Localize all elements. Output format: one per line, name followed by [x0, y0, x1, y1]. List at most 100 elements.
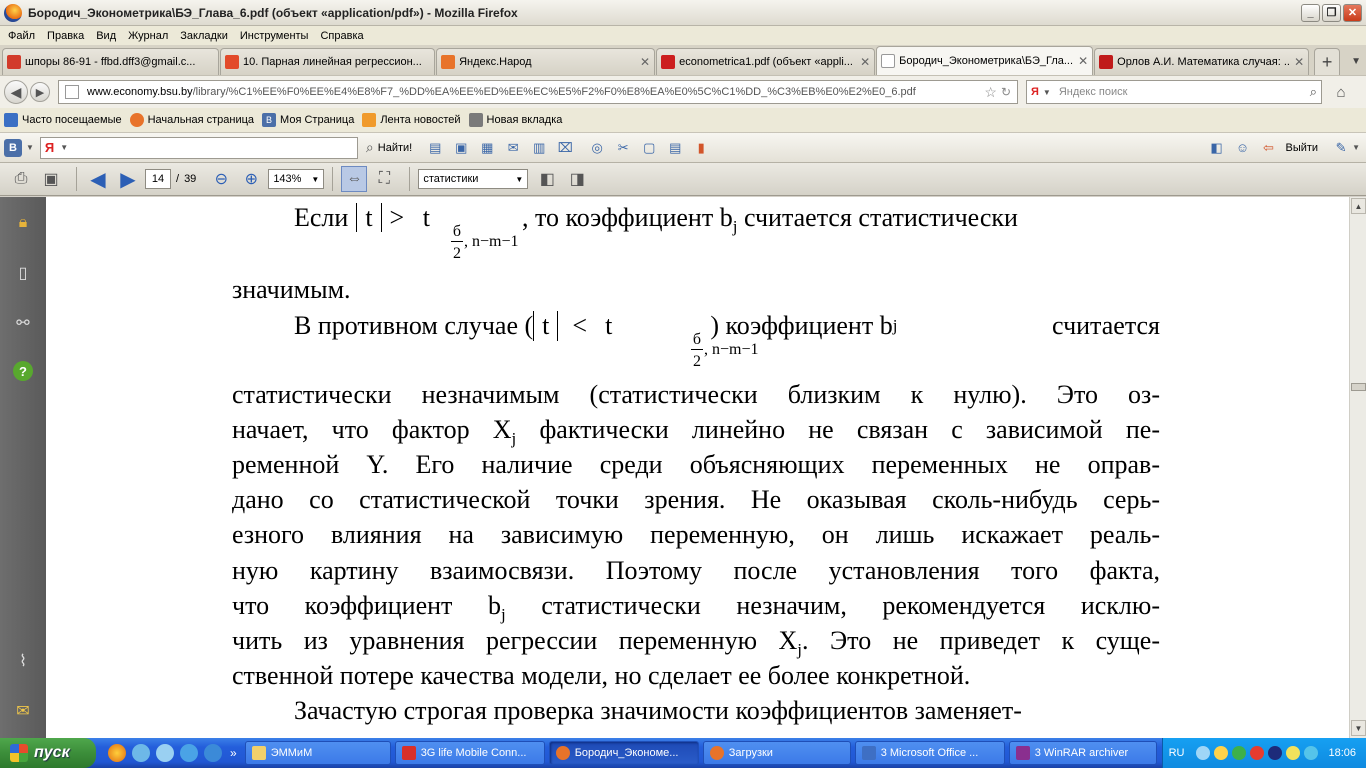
zoom-select[interactable]: 143% ▼: [268, 169, 325, 189]
menu-edit[interactable]: Правка: [41, 30, 90, 42]
pages-icon[interactable]: ▯: [11, 261, 35, 285]
find-next-icon[interactable]: ◨: [564, 166, 590, 192]
print-icon[interactable]: ⎙: [8, 166, 34, 192]
quicklaunch-icon[interactable]: [204, 744, 222, 762]
bookmark-news-feed[interactable]: Лента новостей: [362, 113, 461, 127]
menu-bookmarks[interactable]: Закладки: [174, 30, 234, 42]
task-winrar[interactable]: 3 WinRAR archiver: [1008, 741, 1157, 765]
yandex-search-input[interactable]: Я ▼: [39, 136, 358, 159]
media-quicklaunch-icon[interactable]: [156, 744, 174, 762]
user-icon[interactable]: ☺: [1234, 139, 1252, 157]
scroll-up-icon[interactable]: ▲: [1351, 198, 1366, 214]
search-icon[interactable]: ⌕: [1310, 84, 1317, 100]
bookmarks-icon[interactable]: ▢: [640, 139, 658, 157]
tab-borodich[interactable]: Бородич_Эконометрика\БЭ_Гла... ✕: [876, 46, 1094, 75]
tab-regression[interactable]: 10. Парная линейная регрессион...: [220, 48, 436, 75]
zoom-in-button[interactable]: ⊕: [238, 166, 264, 192]
tab-list-button[interactable]: ▼: [1346, 48, 1366, 75]
site-identity-icon[interactable]: [65, 85, 79, 99]
vertical-scrollbar[interactable]: ▲ ▼: [1349, 197, 1366, 738]
comments-icon[interactable]: ✉: [11, 699, 35, 723]
tab-close-icon[interactable]: ✕: [860, 55, 870, 69]
chevron-down-icon[interactable]: ▼: [1352, 143, 1360, 152]
tab-econometrica[interactable]: econometrica1.pdf (объект «appli... ✕: [656, 48, 876, 75]
menu-tools[interactable]: Инструменты: [234, 30, 315, 42]
menu-view[interactable]: Вид: [90, 30, 122, 42]
chevron-down-icon[interactable]: ▼: [1043, 88, 1051, 97]
forward-button[interactable]: ▶: [30, 82, 50, 102]
page-number-input[interactable]: 14: [145, 169, 171, 189]
tray-icon[interactable]: [1196, 746, 1211, 760]
task-3g-life[interactable]: 3G life Mobile Conn...: [394, 741, 545, 765]
settings-icon[interactable]: ◧: [1208, 139, 1226, 157]
images-icon[interactable]: ▣: [452, 139, 470, 157]
bookmark-star-icon[interactable]: ☆: [984, 84, 997, 101]
tray-icon[interactable]: [1232, 746, 1247, 760]
notes-icon[interactable]: ▤: [666, 139, 684, 157]
task-firefox-borodich[interactable]: Бородич_Экономе...: [548, 741, 699, 765]
video-icon[interactable]: ▦: [478, 139, 496, 157]
new-tab-button[interactable]: +: [1314, 48, 1341, 75]
search-box[interactable]: Я ▼ Яндекс поиск ⌕: [1026, 80, 1322, 104]
task-ms-office[interactable]: 3 Microsoft Office ...: [854, 741, 1005, 765]
yandex-engine-icon[interactable]: Я: [1031, 86, 1039, 98]
tab-close-icon[interactable]: ✕: [640, 55, 650, 69]
bookmark-most-visited[interactable]: Часто посещаемые: [4, 113, 122, 127]
help-icon[interactable]: ?: [13, 361, 33, 381]
fit-width-button[interactable]: ⇔: [341, 166, 368, 192]
binoculars-icon[interactable]: ⚯: [11, 311, 35, 335]
find-input[interactable]: статистики ▼: [418, 169, 529, 189]
logout-button[interactable]: Выйти: [1286, 142, 1319, 154]
calendar-icon[interactable]: ▥: [530, 139, 548, 157]
trash-icon[interactable]: ⌧: [556, 139, 574, 157]
scroll-thumb[interactable]: [1351, 383, 1366, 391]
menu-history[interactable]: Журнал: [122, 30, 174, 42]
bookmark-new-tab[interactable]: Новая вкладка: [468, 113, 562, 127]
firefox-quicklaunch-icon[interactable]: [108, 744, 126, 762]
tray-icon[interactable]: [1286, 746, 1301, 760]
task-downloads[interactable]: Загрузки: [702, 741, 851, 765]
chevron-down-icon[interactable]: ▼: [26, 143, 34, 152]
tab-close-icon[interactable]: ✕: [1294, 55, 1304, 69]
language-indicator[interactable]: RU: [1169, 747, 1185, 759]
translate-icon[interactable]: ◎: [588, 139, 606, 157]
scroll-down-icon[interactable]: ▼: [1351, 720, 1366, 736]
tray-icon[interactable]: [1250, 746, 1265, 760]
find-button[interactable]: Найти!: [378, 142, 412, 154]
tray-icon[interactable]: [1214, 746, 1229, 760]
task-emmim[interactable]: ЭММиМ: [244, 741, 391, 765]
quicklaunch-more-icon[interactable]: »: [230, 746, 237, 760]
tray-icon[interactable]: [1268, 746, 1283, 760]
logout-icon[interactable]: ⇦: [1260, 139, 1278, 157]
restore-button[interactable]: ❐: [1322, 3, 1341, 22]
save-icon[interactable]: ▣: [38, 166, 64, 192]
brush-icon[interactable]: ✎: [1332, 139, 1350, 157]
minimize-button[interactable]: _: [1301, 3, 1320, 22]
close-window-button[interactable]: ✕: [1343, 3, 1362, 22]
reload-icon[interactable]: ↻: [1001, 85, 1011, 99]
lock-icon[interactable]: 🔒︎: [11, 211, 35, 235]
previous-page-button[interactable]: ◀: [85, 166, 111, 192]
mail-icon[interactable]: ✉: [504, 139, 522, 157]
menu-file[interactable]: Файл: [2, 30, 41, 42]
quicklaunch-icon[interactable]: [132, 744, 150, 762]
chevron-down-icon[interactable]: ▼: [60, 143, 68, 152]
home-icon[interactable]: ⌂: [1328, 80, 1354, 104]
zoom-out-button[interactable]: ⊖: [208, 166, 234, 192]
start-button[interactable]: пуск: [0, 738, 96, 768]
tab-close-icon[interactable]: ✕: [1078, 54, 1088, 68]
bookmark-my-page[interactable]: В Моя Страница: [262, 113, 354, 127]
tab-gmail[interactable]: шпоры 86-91 - ffbd.dff3@gmail.c...: [2, 48, 220, 75]
tools-icon[interactable]: ✂: [614, 139, 632, 157]
next-page-button[interactable]: ▶: [115, 166, 141, 192]
bookmark-icon[interactable]: ▮: [692, 139, 710, 157]
tab-yandex-narod[interactable]: Яндекс.Народ ✕: [436, 48, 656, 75]
tray-icon[interactable]: [1304, 746, 1319, 760]
menu-help[interactable]: Справка: [314, 30, 369, 42]
tab-orlov[interactable]: Орлов А.И. Математика случая: ... ✕: [1094, 48, 1310, 75]
attachment-icon[interactable]: ⌇: [11, 649, 35, 673]
back-button[interactable]: ◀: [4, 80, 28, 104]
search-icon[interactable]: ⌕: [366, 139, 374, 156]
news-icon[interactable]: ▤: [426, 139, 444, 157]
vk-icon[interactable]: В: [4, 138, 22, 157]
